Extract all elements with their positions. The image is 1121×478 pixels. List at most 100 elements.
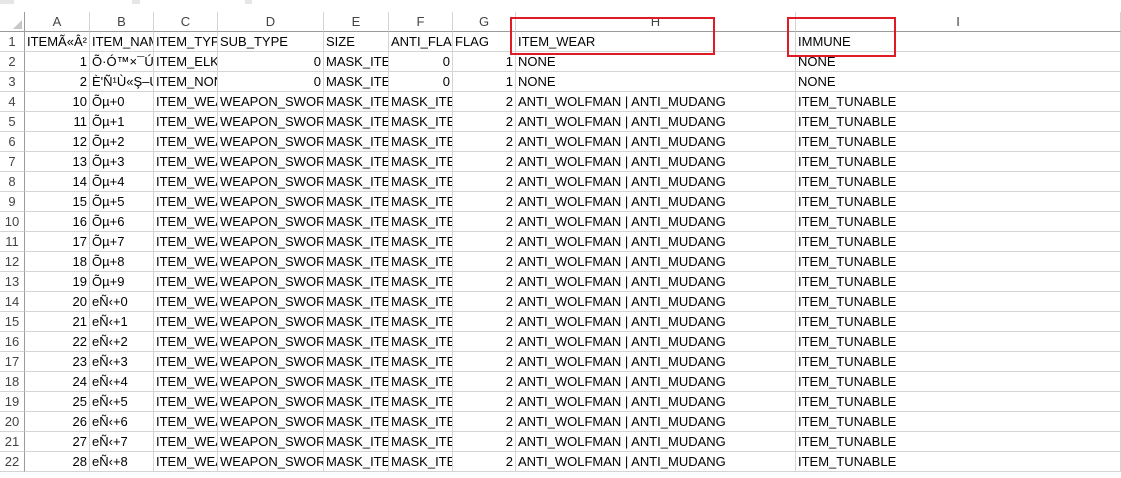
cell-f9[interactable]: MASK_ITE <box>389 192 453 212</box>
cell-b21[interactable]: eÑ‹+7 <box>90 432 154 452</box>
cell-d15[interactable]: WEAPON_SWORD <box>218 312 324 332</box>
cell-e19[interactable]: MASK_ITE <box>324 392 389 412</box>
cell-a10[interactable]: 16 <box>25 212 90 232</box>
cell-d13[interactable]: WEAPON_SWORD <box>218 272 324 292</box>
cell-c15[interactable]: ITEM_WEA <box>154 312 218 332</box>
cell-c13[interactable]: ITEM_WEA <box>154 272 218 292</box>
cell-f11[interactable]: MASK_ITE <box>389 232 453 252</box>
row-header[interactable]: 12 <box>0 252 25 272</box>
cell-c2[interactable]: ITEM_ELK <box>154 52 218 72</box>
cell-e20[interactable]: MASK_ITE <box>324 412 389 432</box>
cell-a18[interactable]: 24 <box>25 372 90 392</box>
cell-d2[interactable]: 0 <box>218 52 324 72</box>
cell-i20[interactable]: ITEM_TUNABLE <box>796 412 1121 432</box>
cell-a5[interactable]: 11 <box>25 112 90 132</box>
sheet-tab[interactable] <box>140 0 245 4</box>
column-header-a[interactable]: A <box>25 12 90 32</box>
cell-h7[interactable]: ANTI_WOLFMAN | ANTI_MUDANG <box>516 152 796 172</box>
column-header-c[interactable]: C <box>154 12 218 32</box>
cell-c19[interactable]: ITEM_WEA <box>154 392 218 412</box>
cell-a6[interactable]: 12 <box>25 132 90 152</box>
cell-b12[interactable]: Õµ+8 <box>90 252 154 272</box>
row-header[interactable]: 19 <box>0 392 25 412</box>
cell-i4[interactable]: ITEM_TUNABLE <box>796 92 1121 112</box>
cell-i10[interactable]: ITEM_TUNABLE <box>796 212 1121 232</box>
cell-g10[interactable]: 2 <box>453 212 516 232</box>
cell-g21[interactable]: 2 <box>453 432 516 452</box>
cell-a22[interactable]: 28 <box>25 452 90 472</box>
cell-f8[interactable]: MASK_ITE <box>389 172 453 192</box>
column-header-g[interactable]: G <box>453 12 516 32</box>
row-header[interactable]: 18 <box>0 372 25 392</box>
cell-f14[interactable]: MASK_ITE <box>389 292 453 312</box>
column-header-i[interactable]: I <box>796 12 1121 32</box>
cell-b8[interactable]: Õµ+4 <box>90 172 154 192</box>
cell-d3[interactable]: 0 <box>218 72 324 92</box>
cell-b18[interactable]: eÑ‹+4 <box>90 372 154 392</box>
cell-d4[interactable]: WEAPON_SWORD <box>218 92 324 112</box>
cell-c18[interactable]: ITEM_WEA <box>154 372 218 392</box>
cell-c21[interactable]: ITEM_WEA <box>154 432 218 452</box>
cell-i3[interactable]: NONE <box>796 72 1121 92</box>
cell-a12[interactable]: 18 <box>25 252 90 272</box>
cell-g1[interactable]: FLAG <box>453 32 516 52</box>
column-header-h[interactable]: H <box>516 12 796 32</box>
cell-h11[interactable]: ANTI_WOLFMAN | ANTI_MUDANG <box>516 232 796 252</box>
cell-i7[interactable]: ITEM_TUNABLE <box>796 152 1121 172</box>
cell-g9[interactable]: 2 <box>453 192 516 212</box>
row-header[interactable]: 22 <box>0 452 25 472</box>
cell-i2[interactable]: NONE <box>796 52 1121 72</box>
sheet-tab[interactable] <box>14 0 132 4</box>
cell-a9[interactable]: 15 <box>25 192 90 212</box>
cell-f21[interactable]: MASK_ITE <box>389 432 453 452</box>
cell-b16[interactable]: eÑ‹+2 <box>90 332 154 352</box>
cell-g12[interactable]: 2 <box>453 252 516 272</box>
row-header[interactable]: 1 <box>0 32 25 52</box>
cell-c5[interactable]: ITEM_WEA <box>154 112 218 132</box>
cell-c9[interactable]: ITEM_WEA <box>154 192 218 212</box>
cell-b19[interactable]: eÑ‹+5 <box>90 392 154 412</box>
cell-i19[interactable]: ITEM_TUNABLE <box>796 392 1121 412</box>
row-header[interactable]: 4 <box>0 92 25 112</box>
cell-b1[interactable]: ITEM_NAM <box>90 32 154 52</box>
row-header[interactable]: 20 <box>0 412 25 432</box>
cell-e1[interactable]: SIZE <box>324 32 389 52</box>
cell-g14[interactable]: 2 <box>453 292 516 312</box>
sheet-tab[interactable] <box>252 0 1121 4</box>
cell-d21[interactable]: WEAPON_SWORD <box>218 432 324 452</box>
cell-f16[interactable]: MASK_ITE <box>389 332 453 352</box>
cell-d1[interactable]: SUB_TYPE <box>218 32 324 52</box>
cell-e21[interactable]: MASK_ITE <box>324 432 389 452</box>
cell-f15[interactable]: MASK_ITE <box>389 312 453 332</box>
cell-h4[interactable]: ANTI_WOLFMAN | ANTI_MUDANG <box>516 92 796 112</box>
cell-i13[interactable]: ITEM_TUNABLE <box>796 272 1121 292</box>
cell-b4[interactable]: Õµ+0 <box>90 92 154 112</box>
cell-h5[interactable]: ANTI_WOLFMAN | ANTI_MUDANG <box>516 112 796 132</box>
cell-i9[interactable]: ITEM_TUNABLE <box>796 192 1121 212</box>
cell-b3[interactable]: È'Ñ¹Ù«Ş–Ú <box>90 72 154 92</box>
cell-c7[interactable]: ITEM_WEA <box>154 152 218 172</box>
row-header[interactable]: 17 <box>0 352 25 372</box>
cell-g11[interactable]: 2 <box>453 232 516 252</box>
cell-h19[interactable]: ANTI_WOLFMAN | ANTI_MUDANG <box>516 392 796 412</box>
cell-d17[interactable]: WEAPON_SWORD <box>218 352 324 372</box>
cell-d16[interactable]: WEAPON_SWORD <box>218 332 324 352</box>
cell-b6[interactable]: Õµ+2 <box>90 132 154 152</box>
cell-b13[interactable]: Õµ+9 <box>90 272 154 292</box>
cell-e3[interactable]: MASK_ITE <box>324 72 389 92</box>
cell-f5[interactable]: MASK_ITE <box>389 112 453 132</box>
row-header[interactable]: 21 <box>0 432 25 452</box>
cell-h12[interactable]: ANTI_WOLFMAN | ANTI_MUDANG <box>516 252 796 272</box>
cell-f18[interactable]: MASK_ITE <box>389 372 453 392</box>
cell-f20[interactable]: MASK_ITE <box>389 412 453 432</box>
cell-g19[interactable]: 2 <box>453 392 516 412</box>
cell-e11[interactable]: MASK_ITE <box>324 232 389 252</box>
cell-f1[interactable]: ANTI_FLAG <box>389 32 453 52</box>
cell-d6[interactable]: WEAPON_SWORD <box>218 132 324 152</box>
cell-a4[interactable]: 10 <box>25 92 90 112</box>
cell-h2[interactable]: NONE <box>516 52 796 72</box>
cell-h22[interactable]: ANTI_WOLFMAN | ANTI_MUDANG <box>516 452 796 472</box>
cell-c11[interactable]: ITEM_WEA <box>154 232 218 252</box>
cell-a14[interactable]: 20 <box>25 292 90 312</box>
cell-c8[interactable]: ITEM_WEA <box>154 172 218 192</box>
